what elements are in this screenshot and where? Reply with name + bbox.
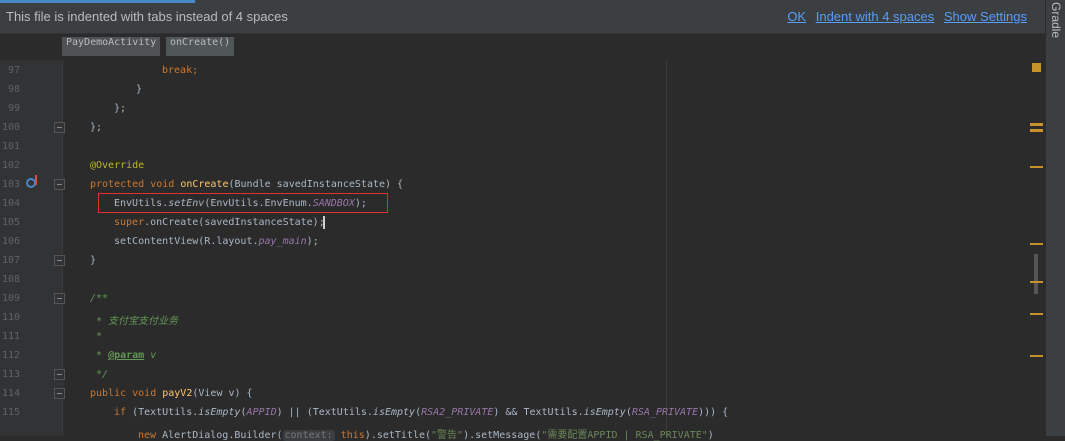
ok-link[interactable]: OK [787, 9, 806, 24]
line-number: 97 [7, 65, 20, 76]
override-arrow-icon [35, 175, 37, 185]
javadoc: * [90, 331, 103, 342]
line-number: 100 [1, 122, 20, 133]
code-line-100: }; [90, 122, 102, 133]
breadcrumb-method[interactable]: onCreate() [166, 37, 235, 56]
javadoc: * [90, 350, 109, 361]
line-number: 105 [1, 217, 20, 228]
keyword: if [114, 407, 133, 418]
breadcrumb-class[interactable]: PayDemoActivity [62, 37, 161, 56]
line-number: 101 [1, 141, 20, 152]
scrollbar-thumb[interactable] [1034, 254, 1038, 294]
code-editor[interactable]: break; } }; }; @Override protected void … [64, 60, 1045, 441]
code-line-106: setContentView(R.layout.pay_main); [114, 236, 319, 247]
line-number: 106 [1, 236, 20, 247]
javadoc: v [144, 350, 157, 361]
indent-with-spaces-link[interactable]: Indent with 4 spaces [816, 9, 935, 24]
warning-marker[interactable] [1030, 243, 1043, 245]
javadoc: * 支付宝支付业务 [90, 316, 179, 327]
line-number: 110 [1, 312, 20, 323]
code-line-103: protected void onCreate(Bundle savedInst… [90, 179, 403, 190]
highlight-box [98, 193, 388, 213]
notification-message: This file is indented with tabs instead … [6, 9, 288, 24]
code-line-98: } [136, 84, 142, 95]
line-number: 107 [1, 255, 20, 266]
warning-marker[interactable] [1030, 313, 1043, 315]
brace: } [90, 255, 97, 266]
javadoc: /** [90, 293, 109, 304]
static-field: RSA2_PRIVATE [421, 407, 494, 418]
method-call: isEmpty [198, 407, 241, 418]
code-text: (View v) { [192, 388, 253, 399]
brace: }; [114, 103, 127, 114]
code-text: (Bundle savedInstanceState) { [228, 179, 404, 190]
text-caret [323, 216, 325, 229]
line-number: 109 [1, 293, 20, 304]
code-line-114: public void payV2(View v) { [90, 388, 253, 399]
line-number: 111 [1, 331, 20, 342]
static-field: pay_main [258, 236, 307, 247]
warning-marker[interactable] [1030, 281, 1043, 283]
show-settings-link[interactable]: Show Settings [944, 9, 1027, 24]
warning-marker[interactable] [1032, 63, 1041, 72]
line-number: 112 [1, 350, 20, 361]
warning-marker[interactable] [1030, 355, 1043, 357]
code-line-112: * @param v [90, 350, 156, 361]
annotation: @Override [90, 160, 145, 171]
warning-marker[interactable] [1030, 129, 1043, 132]
code-text: .onCreate(savedInstanceState); [144, 217, 325, 228]
line-number-gutter: 97 98 99 100 101 102 103 104 105 106 107… [0, 60, 65, 436]
code-line-116: new AlertDialog.Builder(context: this).s… [138, 426, 714, 441]
code-text: ); [306, 236, 319, 247]
code-text: setContentView(R.layout. [114, 236, 259, 247]
code-line-110: * 支付宝支付业务 [90, 312, 178, 327]
line-number: 102 [1, 160, 20, 171]
code-line-113: */ [90, 369, 108, 380]
line-number: 104 [1, 198, 20, 209]
code-text: ) && TextUtils. [493, 407, 584, 418]
line-number: 115 [1, 407, 20, 418]
code-line-109: /** [90, 293, 108, 304]
keyword: public void [90, 388, 163, 399]
javadoc: */ [90, 369, 109, 380]
code-line-115: if (TextUtils.isEmpty(APPID) || (TextUti… [114, 407, 728, 418]
progress-accent [0, 0, 195, 3]
gradle-tool-tab[interactable]: Gradle [1049, 2, 1063, 38]
code-line-102: @Override [90, 160, 144, 171]
line-number: 98 [7, 84, 20, 95]
javadoc-tag: @param [108, 350, 145, 361]
code-text: ) || (TextUtils. [276, 407, 373, 418]
code-line-111: * [90, 331, 102, 342]
error-stripe[interactable] [1028, 60, 1045, 436]
keyword: break; [162, 65, 199, 76]
line-number: 113 [1, 369, 20, 380]
static-field: RSA_PRIVATE [631, 407, 699, 418]
notification-actions: OK Indent with 4 spaces Show Settings [781, 9, 1027, 24]
warning-marker[interactable] [1030, 123, 1043, 126]
method-call: isEmpty [372, 407, 416, 418]
line-number: 99 [7, 103, 20, 114]
brace: }; [90, 122, 103, 133]
code-line-97: break; [162, 65, 198, 76]
right-tool-strip: Gradle [1045, 0, 1065, 436]
breadcrumb: PayDemoActivity onCreate() [0, 34, 1045, 60]
brace: } [136, 84, 143, 95]
line-number: 114 [1, 388, 20, 399]
code-text: (TextUtils. [132, 407, 199, 418]
method-name: onCreate [180, 179, 229, 190]
method-call: isEmpty [583, 407, 626, 418]
keyword: super [114, 217, 145, 228]
method-name: payV2 [162, 388, 193, 399]
keyword: protected void [90, 179, 181, 190]
notification-bar: This file is indented with tabs instead … [0, 0, 1045, 34]
code-line-105: super.onCreate(savedInstanceState); [114, 217, 325, 228]
line-number: 103 [1, 179, 20, 190]
code-line-99: }; [114, 103, 126, 114]
code-text: ))) { [698, 407, 729, 418]
line-number: 108 [1, 274, 20, 285]
code-line-107: } [90, 255, 96, 266]
warning-marker[interactable] [1030, 166, 1043, 168]
static-field: APPID [246, 407, 277, 418]
